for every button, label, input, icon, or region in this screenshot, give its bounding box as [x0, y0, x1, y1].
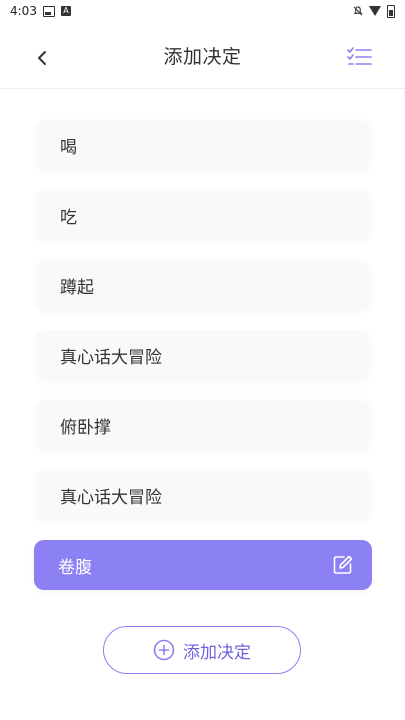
list-item-label: 真心话大冒险 [60, 347, 162, 368]
status-right [353, 4, 395, 18]
status-left: 4:03 A [10, 4, 71, 18]
list-item[interactable]: 真心话大冒险 [36, 330, 370, 380]
battery-icon [387, 4, 395, 18]
plus-circle-icon [153, 639, 175, 661]
checklist-icon[interactable] [344, 42, 374, 72]
status-bar: 4:03 A [0, 0, 405, 22]
list-item-label: 俯卧撑 [60, 417, 111, 438]
list-item[interactable]: 吃 [36, 190, 370, 240]
list-item[interactable]: 真心话大冒险 [36, 470, 370, 520]
list-item-label: 蹲起 [60, 277, 94, 298]
gallery-icon [42, 5, 55, 17]
list-item-label: 喝 [60, 137, 77, 158]
status-time: 4:03 [10, 4, 37, 18]
list-item-selected[interactable]: 卷腹 [34, 540, 372, 590]
bell-off-icon [353, 6, 363, 16]
decision-list: 喝 吃 蹲起 真心话大冒险 俯卧撑 真心话大冒险 卷腹 [34, 120, 372, 610]
list-item-label: 卷腹 [58, 557, 92, 578]
list-item[interactable]: 喝 [36, 120, 370, 170]
list-item-label: 吃 [60, 207, 77, 228]
app-notification-icon: A [60, 6, 71, 16]
add-decision-button[interactable]: 添加决定 [103, 626, 301, 674]
list-item[interactable]: 蹲起 [36, 260, 370, 310]
header: 添加决定 [0, 22, 405, 89]
add-decision-label: 添加决定 [183, 642, 251, 663]
edit-icon[interactable] [332, 554, 354, 576]
list-item[interactable]: 俯卧撑 [36, 400, 370, 450]
wifi-icon [369, 6, 381, 16]
list-item-label: 真心话大冒险 [60, 487, 162, 508]
